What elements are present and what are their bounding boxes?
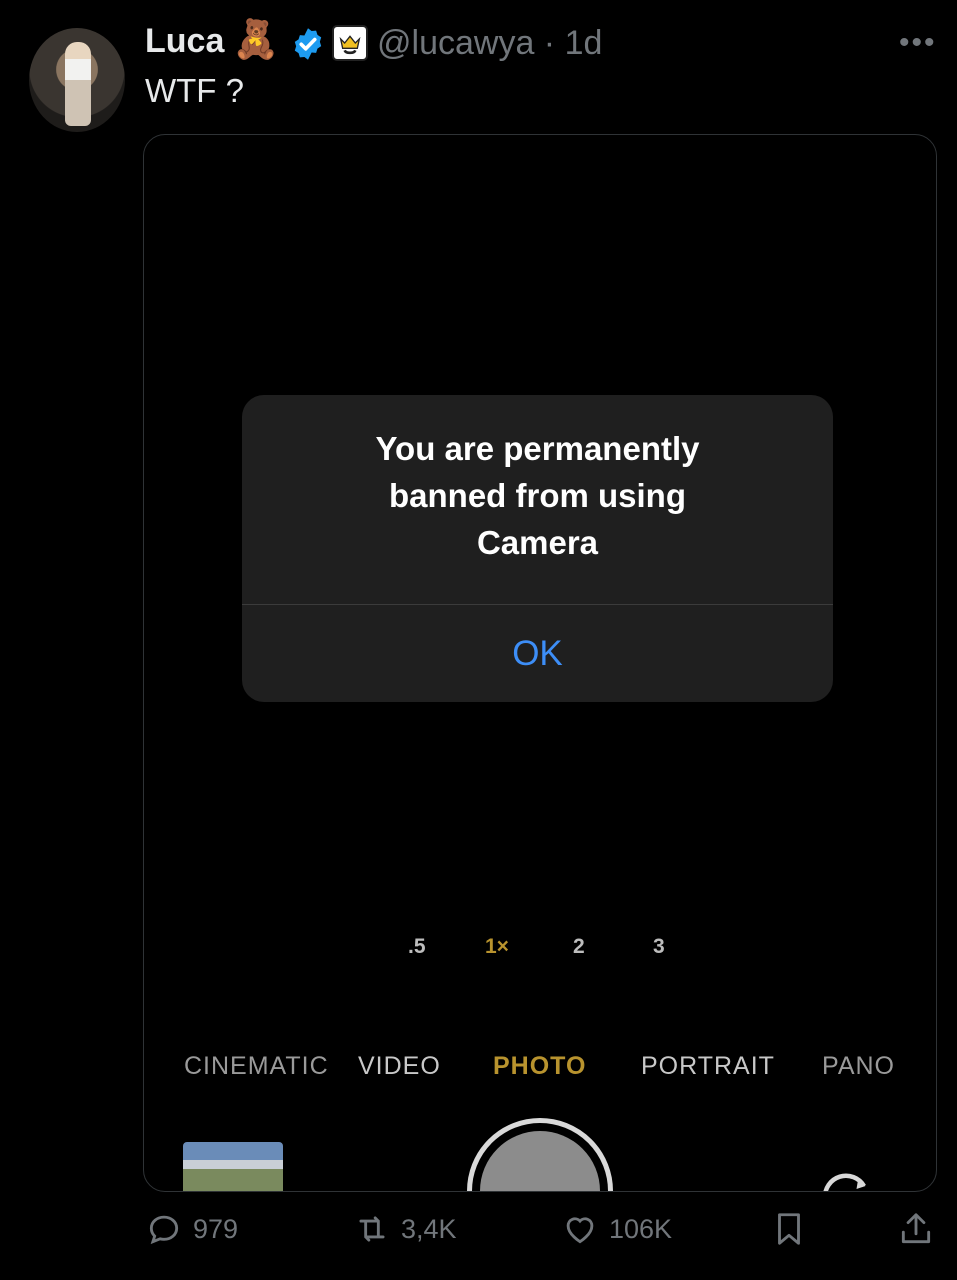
share-icon (901, 1213, 931, 1244)
more-options-icon[interactable]: ••• (899, 26, 937, 60)
ok-button[interactable]: OK (242, 605, 833, 702)
alert-dialog: You are permanently banned from using Ca… (242, 395, 833, 702)
mode-video[interactable]: VIDEO (358, 1052, 441, 1081)
like-count: 106K (609, 1213, 673, 1244)
tweet-media[interactable]: You are permanently banned from using Ca… (143, 134, 937, 1192)
reply-icon (149, 1215, 179, 1245)
repost-count: 3,4K (401, 1213, 457, 1244)
author-name[interactable]: Luca (145, 22, 224, 61)
mode-pano[interactable]: PANO (822, 1052, 895, 1081)
bookmark-button[interactable] (770, 1210, 808, 1248)
shutter-button[interactable] (467, 1118, 613, 1191)
zoom-1x[interactable]: 1× (485, 935, 509, 959)
zoom-3[interactable]: 3 (653, 935, 665, 959)
share-button[interactable] (897, 1210, 935, 1248)
avatar[interactable] (29, 28, 125, 132)
handle-and-time[interactable]: @lucawya · 1d (377, 24, 602, 63)
mode-photo[interactable]: PHOTO (493, 1052, 586, 1081)
affiliate-crown-badge-icon[interactable] (332, 25, 368, 61)
bookmark-icon (778, 1213, 800, 1245)
like-button[interactable]: 106K (561, 1210, 672, 1248)
repost-icon (359, 1216, 385, 1242)
reply-button[interactable]: 979 (145, 1210, 238, 1248)
zoom-0-5[interactable]: .5 (408, 935, 426, 959)
mode-cinematic[interactable]: CINEMATIC (184, 1052, 329, 1081)
teddy-bear-emoji: 🧸 (232, 19, 280, 61)
reply-count: 979 (193, 1213, 239, 1244)
verified-badge-icon[interactable] (290, 26, 326, 62)
repost-button[interactable]: 3,4K (353, 1210, 457, 1248)
flip-camera-icon[interactable] (816, 1165, 876, 1192)
mode-portrait[interactable]: PORTRAIT (641, 1052, 775, 1081)
heart-icon (566, 1217, 594, 1244)
tweet-text: WTF ? (145, 72, 244, 109)
alert-title: You are permanently banned from using Ca… (375, 430, 700, 561)
zoom-2[interactable]: 2 (573, 935, 585, 959)
last-photo-thumbnail[interactable] (183, 1142, 283, 1191)
